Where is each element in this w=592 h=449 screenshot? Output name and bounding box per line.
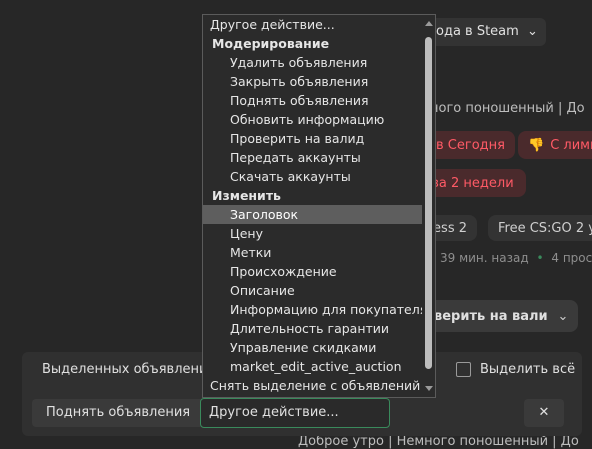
dropdown-option[interactable]: Описание — [203, 281, 435, 300]
pill-limit[interactable]: 👎 С лими — [518, 131, 592, 159]
action-select-value: Другое действие... — [209, 405, 339, 420]
filters-line: ного поношенный | До — [430, 101, 585, 116]
pill-weeks-label: за 2 недели — [432, 175, 514, 191]
dropdown-scrollbar[interactable] — [422, 15, 435, 397]
pill-today-label: в Сегодня — [436, 137, 505, 153]
dropdown-option[interactable]: Другое действие... — [203, 15, 428, 34]
close-button[interactable]: ✕ — [524, 399, 564, 427]
bottom-line: Доброе утро | Немного поношенный | Дo — [298, 434, 579, 449]
dropdown-option[interactable]: market_edit_active_auction — [203, 357, 435, 376]
dropdown-option[interactable]: Обновить информацию — [203, 110, 435, 129]
pill-today[interactable]: в Сегодня — [426, 131, 515, 159]
dropdown-group-label: Модерирование — [212, 36, 330, 51]
scroll-thumb[interactable] — [425, 37, 432, 369]
chevron-down-icon: ⌄ — [526, 24, 538, 39]
dropdown-option[interactable]: Заголовок — [203, 205, 435, 224]
steam-button-label: ода в Steam — [436, 24, 519, 39]
dropdown-option[interactable]: Длительность гарантии — [203, 319, 435, 338]
dropdown-option[interactable]: Удалить объявления — [203, 53, 435, 72]
pill-limit-label: С лими — [550, 137, 592, 153]
dropdown-option[interactable]: Проверить на валид — [203, 129, 435, 148]
select-all-label: Выделить всё — [480, 362, 576, 377]
dropdown-option[interactable]: Передать аккаунты — [203, 148, 435, 167]
action-select[interactable]: Другое действие... — [200, 398, 390, 428]
close-icon: ✕ — [538, 405, 550, 420]
steam-button[interactable]: ода в Steam ⌄ — [428, 18, 546, 46]
tag-free-label: Free CS:GO 2 ур — [498, 220, 592, 236]
dropdown-group-label: Изменить — [212, 188, 281, 203]
selected-count-label: Выделенных объявлений — [42, 362, 216, 377]
raise-listings-label: Поднять объявления — [46, 405, 191, 420]
dropdown-option[interactable]: Информацию для покупателя — [203, 300, 435, 319]
dropdown-option[interactable]: Снять выделение с объявлений — [203, 376, 428, 395]
dislike-icon: 👎 — [528, 137, 545, 153]
meta-views: 4 прос — [551, 251, 592, 265]
dropdown-option[interactable]: Цену — [203, 224, 435, 243]
select-all-checkbox[interactable] — [456, 362, 471, 377]
check-valid-label: верить на валид — [434, 308, 559, 324]
check-valid-chevron[interactable]: ⌄ — [548, 300, 578, 332]
chevron-down-icon: ⌄ — [557, 308, 569, 324]
raise-listings-button[interactable]: Поднять объявления — [32, 399, 205, 427]
meta-bullet: • — [536, 251, 544, 265]
dropdown-option[interactable]: Управление скидками — [203, 338, 435, 357]
action-dropdown-list[interactable]: Другое действие... Модерирование Удалить о… — [202, 14, 436, 398]
meta-line: 39 мин. назад • 4 прос — [440, 251, 592, 265]
select-all[interactable]: Выделить всё — [456, 362, 575, 377]
scroll-up-icon[interactable] — [425, 21, 433, 26]
meta-time: 39 мин. назад — [440, 251, 529, 265]
dropdown-option[interactable]: Метки — [203, 243, 435, 262]
tag-free[interactable]: Free CS:GO 2 ур — [488, 215, 592, 241]
dropdown-option[interactable]: Закрыть объявления — [203, 72, 435, 91]
dropdown-option[interactable]: Поднять объявления — [203, 91, 435, 110]
scroll-down-icon[interactable] — [425, 386, 433, 391]
dropdown-option[interactable]: Происхождение — [203, 262, 435, 281]
dropdown-option[interactable]: Скачать аккаунты — [203, 167, 435, 186]
